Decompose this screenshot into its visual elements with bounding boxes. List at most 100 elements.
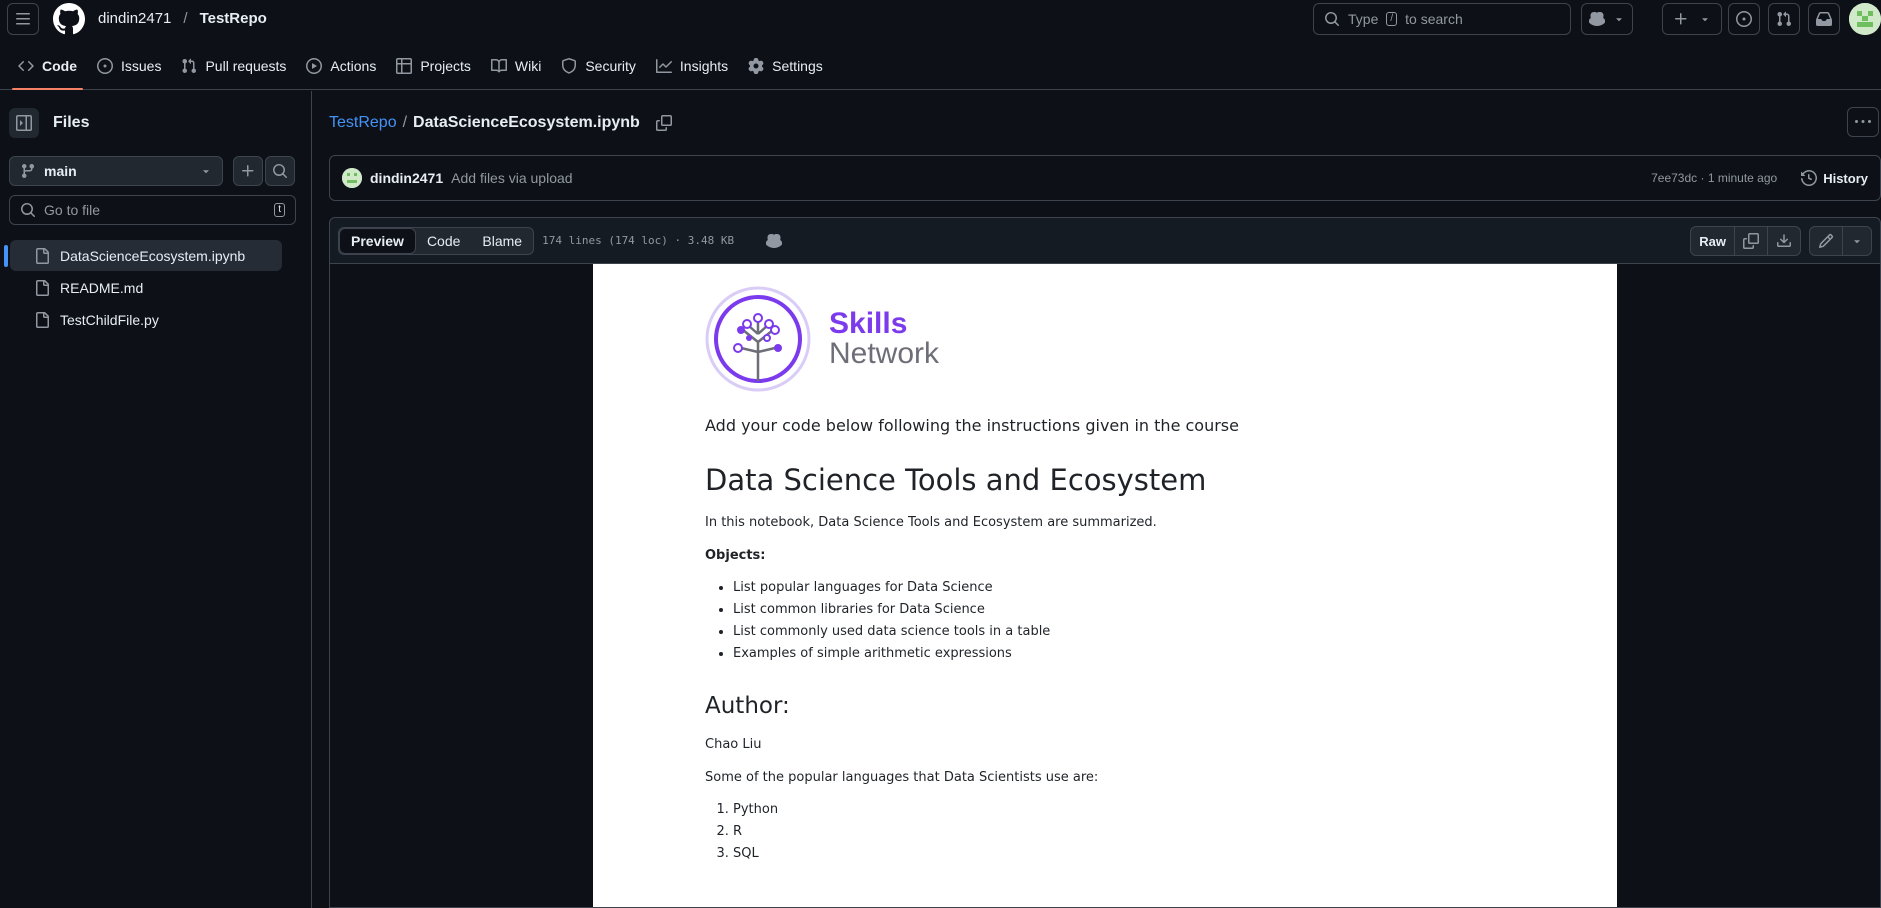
code-view-tab[interactable]: Code (416, 228, 471, 254)
copilot-chat-button[interactable] (766, 233, 783, 249)
author-name: Chao Liu (705, 737, 762, 752)
blame-tab[interactable]: Blame (471, 228, 533, 254)
inbox-icon (1816, 11, 1832, 26)
list-item: List popular languages for Data Science (733, 577, 1505, 599)
issues-button[interactable] (1728, 3, 1760, 35)
search-files-button[interactable] (265, 156, 295, 186)
edit-options-button[interactable] (1843, 227, 1871, 255)
author-heading: Author: (705, 693, 790, 719)
file-header: Preview Code Blame 174 lines (174 loc) ·… (329, 217, 1881, 263)
notebook-viewer: Skills Network Add your code below follo… (329, 263, 1881, 908)
tab-label: Insights (679, 58, 729, 74)
tab-wiki[interactable]: Wiki (481, 48, 551, 84)
path-separator: / (183, 10, 188, 27)
notebook-page: Skills Network Add your code below follo… (593, 264, 1617, 907)
latest-commit-bar: dindin2471 Add files via upload 7ee73dc … (329, 155, 1881, 201)
tree-item-testchildfile[interactable]: TestChildFile.py (10, 304, 282, 335)
commit-message[interactable]: Add files via upload (451, 170, 572, 186)
skills-network-logo: Skills Network (705, 286, 1505, 392)
tab-security[interactable]: Security (551, 48, 646, 84)
skills-network-tree-icon (705, 286, 811, 392)
shield-icon (562, 58, 577, 74)
copilot-button[interactable] (1581, 3, 1633, 35)
list-item: SQL (733, 843, 1505, 865)
copilot-icon (766, 233, 783, 248)
history-label: History (1823, 170, 1868, 186)
tab-projects[interactable]: Projects (386, 48, 481, 84)
objects-label: Objects: (705, 548, 766, 563)
tree-item-label: TestChildFile.py (60, 311, 159, 328)
add-file-button[interactable] (233, 156, 263, 186)
copy-path-button[interactable] (655, 115, 672, 131)
tab-label: Settings (772, 58, 823, 74)
owner-link[interactable]: dindin2471 (98, 10, 171, 27)
collapse-sidebar-button[interactable] (9, 108, 39, 138)
tab-issues[interactable]: Issues (87, 48, 171, 84)
plus-icon (242, 165, 254, 177)
tab-label: Issues (121, 58, 162, 74)
search-suffix: to search (1405, 11, 1463, 27)
repo-path: dindin2471 / TestRepo (98, 10, 267, 27)
logo-wordmark: Skills Network (829, 309, 939, 369)
download-icon (1777, 234, 1791, 247)
commit-author-avatar[interactable] (342, 168, 362, 188)
tree-item-datascienceecosystem[interactable]: DataScienceEcosystem.ipynb (4, 240, 282, 271)
book-icon (490, 58, 507, 73)
chevron-down-icon (1702, 18, 1708, 22)
breadcrumb-repo-link[interactable]: TestRepo (329, 114, 397, 132)
more-options-button[interactable] (1847, 107, 1879, 137)
search-shortcut-key: / (1386, 12, 1398, 26)
git-branch-icon (21, 164, 34, 179)
file-icon (36, 279, 49, 296)
intro-heading: Add your code below following the instru… (705, 416, 1239, 435)
file-actions: Raw (1690, 226, 1872, 256)
file-icon (36, 247, 49, 264)
copy-raw-button[interactable] (1735, 227, 1768, 255)
user-avatar[interactable] (1849, 3, 1881, 35)
logo-network: Network (829, 337, 940, 370)
tab-label: Actions (330, 58, 377, 74)
github-logo-icon[interactable] (53, 3, 85, 35)
file-view: TestRepo / DataScienceEcosystem.ipynb di… (313, 91, 1881, 908)
pull-requests-button[interactable] (1768, 3, 1800, 35)
issue-opened-icon (1736, 11, 1752, 27)
commit-author[interactable]: dindin2471 (370, 170, 443, 186)
tab-actions[interactable]: Actions (296, 48, 386, 84)
pencil-icon (1818, 233, 1834, 249)
tab-label: Security (585, 58, 636, 74)
objects-list: List popular languages for Data Science … (705, 577, 1505, 665)
download-button[interactable] (1768, 227, 1800, 255)
tab-label: Pull requests (205, 58, 287, 74)
create-new-button[interactable] (1662, 3, 1722, 35)
edit-actions-group (1809, 226, 1872, 256)
search-icon (1325, 12, 1339, 26)
repo-tabs: Code Issues Pull requests Actions Projec… (0, 48, 1881, 90)
gear-icon (748, 58, 764, 74)
breadcrumb-separator: / (402, 114, 408, 131)
commit-sha-time[interactable]: 7ee73dc · 1 minute ago (1651, 171, 1777, 185)
tab-insights[interactable]: Insights (646, 48, 738, 84)
inbox-button[interactable] (1808, 3, 1840, 35)
tab-settings[interactable]: Settings (738, 48, 833, 84)
breadcrumb: TestRepo / DataScienceEcosystem.ipynb (329, 114, 672, 132)
tree-item-label: DataScienceEcosystem.ipynb (60, 247, 246, 264)
menu-button[interactable] (7, 3, 39, 35)
raw-button[interactable]: Raw (1691, 227, 1735, 255)
git-pull-request-icon (182, 58, 197, 74)
tab-code[interactable]: Code (8, 48, 87, 90)
preview-tab[interactable]: Preview (339, 227, 416, 254)
tab-label: Projects (420, 58, 471, 74)
search-input[interactable]: Type / to search (1313, 3, 1571, 35)
tree-item-readme[interactable]: README.md (10, 272, 282, 303)
summary-text: In this notebook, Data Science Tools and… (705, 515, 1157, 530)
breadcrumb-file-name: DataScienceEcosystem.ipynb (413, 114, 640, 131)
edit-button[interactable] (1810, 227, 1843, 255)
list-item: List commonly used data science tools in… (733, 621, 1505, 643)
tab-pull-requests[interactable]: Pull requests (171, 48, 296, 84)
branch-selector[interactable]: main (9, 156, 223, 186)
history-button[interactable]: History (1801, 170, 1868, 186)
view-switcher: Preview Code Blame (338, 226, 535, 255)
languages-list: Python R SQL (705, 799, 1505, 865)
repo-link[interactable]: TestRepo (200, 10, 267, 27)
go-to-file-input[interactable]: Go to file t (9, 195, 296, 225)
